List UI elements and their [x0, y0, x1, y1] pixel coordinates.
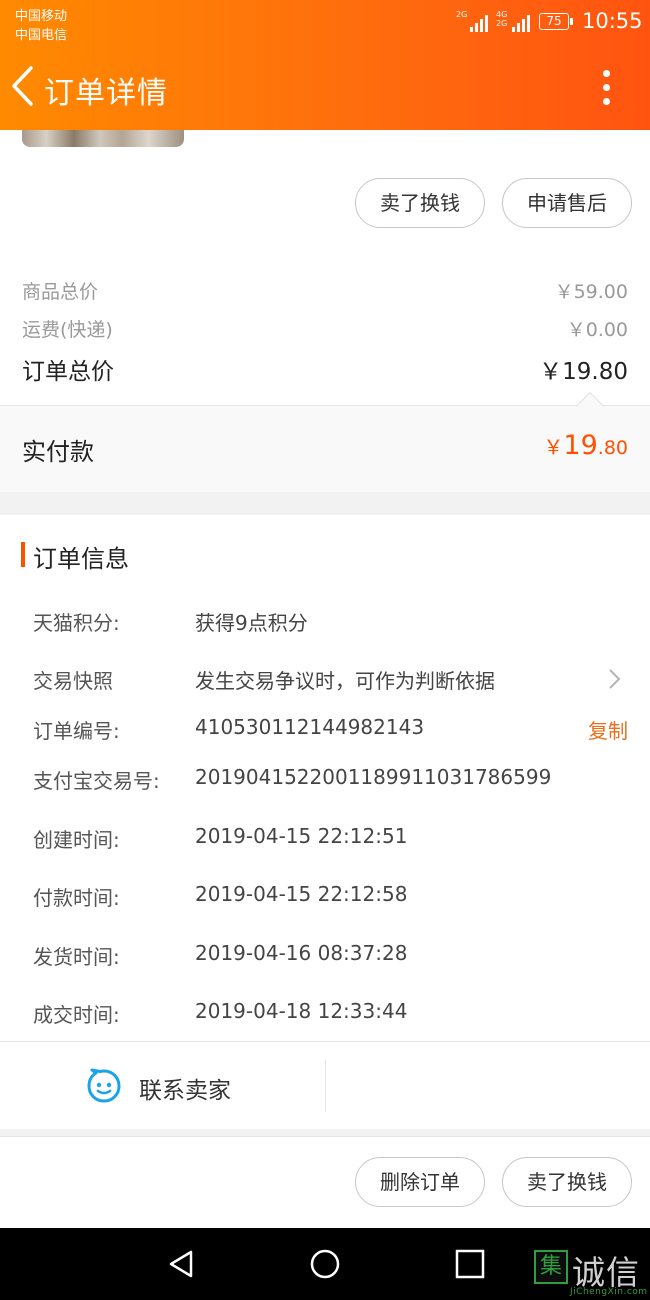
paid-amount: ￥19.80 — [543, 430, 628, 461]
goods-total-row: 商品总价 ￥59.00 — [22, 277, 628, 304]
order-info-panel: 订单信息 天猫积分: 获得9点积分 交易快照 发生交易争议时，可作为判断依据 订… — [0, 515, 650, 1041]
bottom-action-bar: 删除订单 卖了换钱 — [0, 1136, 650, 1228]
back-button[interactable] — [8, 64, 40, 108]
square-recents-icon — [455, 1249, 485, 1279]
copy-button[interactable]: 复制 — [588, 715, 628, 744]
status-bar: 中国移动 中国电信 2G 4G 2G 75 10:55 — [0, 0, 650, 44]
delete-order-button[interactable]: 删除订单 — [355, 1157, 485, 1207]
info-row-alipay-number: 支付宝交易号: 2019041522001189911031786599 — [33, 765, 552, 793]
goods-total-value: ￥59.00 — [554, 281, 628, 303]
info-row-paid: 付款时间: 2019-04-15 22:12:58 — [33, 882, 408, 910]
info-row-snapshot[interactable]: 交易快照 发生交易争议时，可作为判断依据 — [0, 665, 650, 699]
sell-for-cash-button[interactable]: 卖了换钱 — [355, 178, 485, 228]
shipping-label: 运费(快递) — [22, 319, 113, 341]
chevron-right-icon — [609, 669, 621, 689]
sell-for-cash-button-bottom[interactable]: 卖了换钱 — [502, 1157, 632, 1207]
order-info-title: 订单信息 — [33, 545, 129, 573]
more-button[interactable] — [592, 66, 622, 110]
after-sale-button[interactable]: 申请售后 — [502, 178, 632, 228]
nav-back-button[interactable] — [150, 1228, 210, 1300]
nav-home-button[interactable] — [295, 1228, 355, 1300]
contact-seller-button[interactable]: 联系卖家 — [0, 1042, 325, 1130]
carrier-1: 中国移动 — [15, 9, 68, 24]
contact-panel: 联系卖家 — [0, 1041, 650, 1129]
nav-recents-button[interactable] — [440, 1228, 500, 1300]
circle-home-icon — [310, 1249, 340, 1279]
item-panel: 卖了换钱 申请售后 商品总价 ￥59.00 运费(快递) ￥0.00 订单总价 … — [0, 130, 650, 405]
app-header: 中国移动 中国电信 2G 4G 2G 75 10:55 订单详情 — [0, 0, 650, 130]
order-total-label: 订单总价 — [22, 359, 114, 385]
paid-panel: 实付款 ￥19.80 — [0, 391, 650, 492]
signal-icon: 2G — [456, 10, 490, 32]
shipping-row: 运费(快递) ￥0.00 — [22, 315, 628, 342]
info-row-points: 天猫积分: 获得9点积分 — [33, 611, 308, 635]
info-row-order-number: 订单编号: 410530112144982143 复制 — [33, 715, 628, 744]
network-type-2: 4G 2G — [496, 10, 508, 28]
triangle-back-icon — [169, 1250, 193, 1278]
contact-seller-label: 联系卖家 — [139, 1078, 231, 1104]
more-vertical-icon — [603, 70, 610, 77]
network-type-1: 2G — [456, 10, 468, 19]
chevron-left-icon — [12, 66, 33, 106]
divider — [325, 1060, 326, 1112]
status-clock: 10:55 — [582, 9, 643, 33]
info-row-created: 创建时间: 2019-04-15 22:12:51 — [33, 824, 408, 852]
order-total-value: ￥19.80 — [539, 359, 628, 385]
page-title: 订单详情 — [44, 76, 168, 111]
carrier-2: 中国电信 — [15, 28, 68, 43]
signal-icon-2: 4G 2G — [496, 10, 532, 32]
info-row-completed: 成交时间: 2019-04-18 12:33:44 — [33, 999, 408, 1027]
order-total-row: 订单总价 ￥19.80 — [22, 352, 628, 386]
shipping-value: ￥0.00 — [566, 319, 628, 341]
product-thumbnail[interactable] — [22, 130, 184, 147]
paid-label: 实付款 — [22, 438, 94, 466]
watermark-logo: 集 诚信 JiChengXin.com — [530, 1244, 650, 1300]
battery-icon: 75 — [539, 13, 573, 30]
goods-total-label: 商品总价 — [22, 281, 99, 303]
chat-bubble-icon — [87, 1068, 121, 1103]
section-accent-bar — [21, 542, 25, 567]
info-row-shipped: 发货时间: 2019-04-16 08:37:28 — [33, 941, 408, 969]
